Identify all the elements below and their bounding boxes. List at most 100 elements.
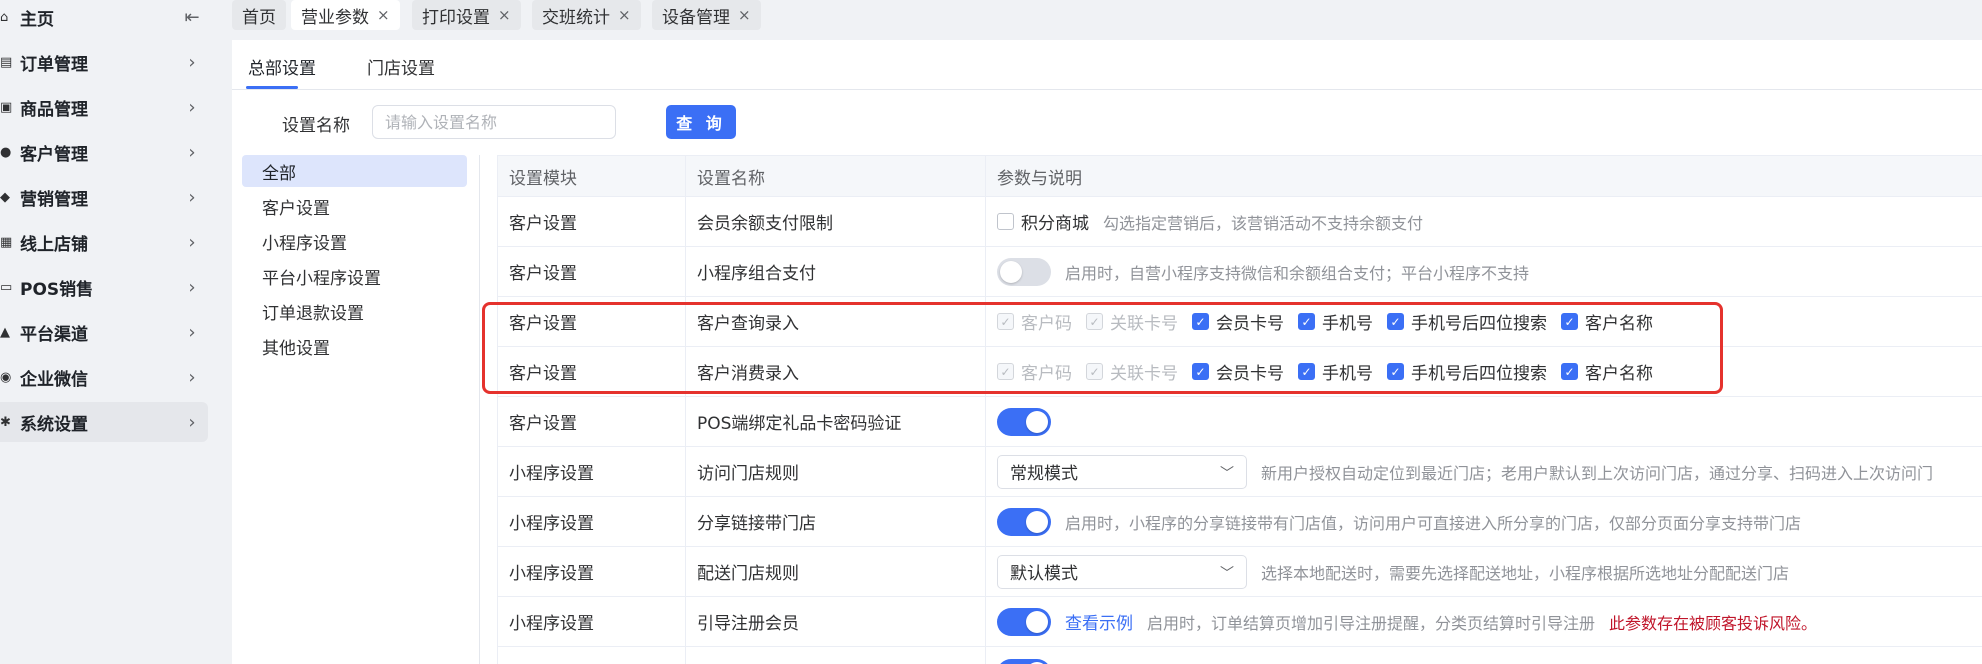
guide-register-switch[interactable] [997, 607, 1051, 636]
tab-label: 设备管理 [662, 7, 730, 28]
row-module: 客户设置 [497, 347, 685, 396]
chevron-right-icon: › [188, 96, 196, 118]
checkbox-label: 手机号后四位搜索 [1411, 364, 1547, 384]
sidebar-item-customers[interactable]: ● 客户管理 › [0, 132, 208, 172]
checkbox-label: 会员卡号 [1216, 364, 1284, 384]
partial-row-switch[interactable] [997, 659, 1051, 664]
home-icon: ⌂ [0, 9, 9, 25]
tab-shift-stats[interactable]: 交班统计 × [532, 0, 641, 30]
table-row: 客户设置 小程序组合支付 启用时，自营小程序支持微信和余额组合支付；平台小程序不… [497, 247, 1982, 297]
app-root: ⌂ 主页 ⇤ ▤ 订单管理 › ▣ 商品管理 › ● 客户管理 › ◆ 营销管理… [0, 0, 1982, 664]
subtab-divider [232, 89, 1982, 90]
sidebar-item-label: 平台渠道 [20, 324, 88, 345]
sidebar-item-label: 订单管理 [20, 54, 88, 75]
sidebar-item-label: 系统设置 [20, 414, 88, 435]
goods-icon: ▣ [0, 99, 13, 115]
tab-label: 营业参数 [301, 7, 369, 28]
collapse-sidebar-icon[interactable]: ⇤ [182, 7, 202, 28]
sidebar-item-label: 线上店铺 [20, 234, 88, 255]
category-item-customer[interactable]: 客户设置 [242, 190, 467, 222]
row-setting-name: 客户查询录入 [685, 297, 985, 346]
sidebar-item-pos[interactable]: ▭ POS销售 › [0, 267, 208, 307]
chevron-right-icon: › [188, 141, 196, 163]
category-item-miniprogram[interactable]: 小程序设置 [242, 225, 467, 257]
category-item-platform-miniprogram[interactable]: 平台小程序设置 [242, 260, 467, 292]
subtab-store-settings[interactable]: 门店设置 [367, 54, 435, 79]
column-header-params: 参数与说明 [985, 156, 1982, 196]
checkbox-label: 客户码 [1021, 314, 1072, 334]
close-icon[interactable]: × [618, 6, 631, 24]
row-setting-name: 引导注册会员 [685, 597, 985, 646]
sidebar-item-label: 企业微信 [20, 369, 88, 390]
share-link-store-switch[interactable] [997, 507, 1051, 536]
checkbox-label: 手机号 [1322, 314, 1373, 334]
subtab-hq-settings[interactable]: 总部设置 [248, 54, 316, 79]
checkbox-box: ✓ [1192, 313, 1209, 330]
tab-print-settings[interactable]: 打印设置 × [412, 0, 521, 30]
category-item-other[interactable]: 其他设置 [242, 330, 467, 362]
row-params: 默认模式 ﹀ 选择本地配送时，需要先选择配送地址，小程序根据所选地址分配配送门店 [985, 547, 1982, 596]
row-setting-name: 访问门店规则 [685, 447, 985, 496]
points-mall-checkbox[interactable]: 积分商城 [997, 209, 1089, 234]
sidebar-item-online-shop[interactable]: ▦ 线上店铺 › [0, 222, 208, 262]
row-params: 常规模式 ﹀ 新用户授权自动定位到最近门店；老用户默认到上次访问门店，通过分享、… [985, 447, 1982, 496]
tab-device-management[interactable]: 设备管理 × [652, 0, 761, 30]
sidebar: ⌂ 主页 ⇤ ▤ 订单管理 › ▣ 商品管理 › ● 客户管理 › ◆ 营销管理… [0, 0, 208, 664]
delivery-store-rule-select[interactable]: 默认模式 ﹀ [997, 554, 1247, 589]
row-description: 启用时，自营小程序支持微信和余额组合支付；平台小程序不支持 [1065, 263, 1530, 283]
page-tabs: 首页 营业参数 × 打印设置 × 交班统计 × 设备管理 × [232, 0, 1982, 30]
column-header-module: 设置模块 [497, 156, 685, 196]
row-setting-name: 会员余额支付限制 [685, 197, 985, 246]
member-card-checkbox[interactable]: ✓ 会员卡号 [1192, 359, 1284, 384]
sidebar-item-settings[interactable]: ✱ 系统设置 › [0, 402, 208, 442]
member-card-checkbox[interactable]: ✓ 会员卡号 [1192, 309, 1284, 334]
sidebar-item-channels[interactable]: ▲ 平台渠道 › [0, 312, 208, 352]
row-module: 客户设置 [497, 247, 685, 296]
row-description: 启用时，订单结算页增加引导注册提醒，分类页结算时引导注册 [1147, 613, 1596, 633]
table-row-partial [497, 647, 1982, 664]
category-divider [479, 155, 480, 664]
checkbox-label: 关联卡号 [1110, 364, 1178, 384]
tab-business-params[interactable]: 营业参数 × [291, 0, 400, 30]
select-value: 默认模式 [1010, 564, 1078, 584]
sidebar-item-orders[interactable]: ▤ 订单管理 › [0, 42, 208, 82]
store-visit-rule-select[interactable]: 常规模式 ﹀ [997, 454, 1247, 489]
customer-name-checkbox[interactable]: ✓ 客户名称 [1561, 359, 1653, 384]
row-module [497, 647, 685, 664]
table-row: 小程序设置 分享链接带门店 启用时，小程序的分享链接带有门店值，访问用户可直接进… [497, 497, 1982, 547]
setting-name-input[interactable] [372, 105, 616, 139]
sidebar-item-label: POS销售 [20, 279, 94, 300]
sidebar-item-marketing[interactable]: ◆ 营销管理 › [0, 177, 208, 217]
marketing-icon: ◆ [0, 189, 10, 205]
checkbox-label: 客户名称 [1585, 314, 1653, 334]
view-example-link[interactable]: 查看示例 [1065, 609, 1133, 634]
combined-payment-switch[interactable] [997, 257, 1051, 286]
sidebar-item-wecom[interactable]: ◉ 企业微信 › [0, 357, 208, 397]
table-row: 客户设置 POS端绑定礼品卡密码验证 [497, 397, 1982, 447]
close-icon[interactable]: × [738, 6, 751, 24]
category-item-order-refund[interactable]: 订单退款设置 [242, 295, 467, 327]
table-row: 客户设置 客户查询录入 ✓ 客户码 ✓ 关联卡号 ✓ 会员卡号 ✓ 手机号 ✓ 手机号后四… [497, 297, 1982, 347]
tab-home[interactable]: 首页 [232, 0, 286, 30]
gift-card-password-switch[interactable] [997, 407, 1051, 436]
chevron-right-icon: › [188, 366, 196, 388]
customer-name-checkbox[interactable]: ✓ 客户名称 [1561, 309, 1653, 334]
close-icon[interactable]: × [377, 6, 390, 24]
checkbox-box: ✓ [1086, 363, 1103, 380]
main-panel: 总部设置 门店设置 设置名称 查 询 全部 客户设置 小程序设置 平台小程序设置… [232, 40, 1982, 664]
phone-last4-checkbox[interactable]: ✓ 手机号后四位搜索 [1387, 359, 1547, 384]
pos-icon: ▭ [0, 279, 13, 295]
customer-code-checkbox: ✓ 客户码 [997, 309, 1072, 334]
switch-knob [1026, 510, 1048, 533]
phone-checkbox[interactable]: ✓ 手机号 [1298, 309, 1373, 334]
row-module: 小程序设置 [497, 447, 685, 496]
sidebar-item-label: 客户管理 [20, 144, 88, 165]
sidebar-item-goods[interactable]: ▣ 商品管理 › [0, 87, 208, 127]
sidebar-item-home[interactable]: ⌂ 主页 ⇤ [0, 0, 208, 37]
customer-code-checkbox: ✓ 客户码 [997, 359, 1072, 384]
phone-last4-checkbox[interactable]: ✓ 手机号后四位搜索 [1387, 309, 1547, 334]
category-item-all[interactable]: 全部 [242, 155, 467, 187]
query-button[interactable]: 查 询 [666, 105, 736, 139]
close-icon[interactable]: × [498, 6, 511, 24]
phone-checkbox[interactable]: ✓ 手机号 [1298, 359, 1373, 384]
